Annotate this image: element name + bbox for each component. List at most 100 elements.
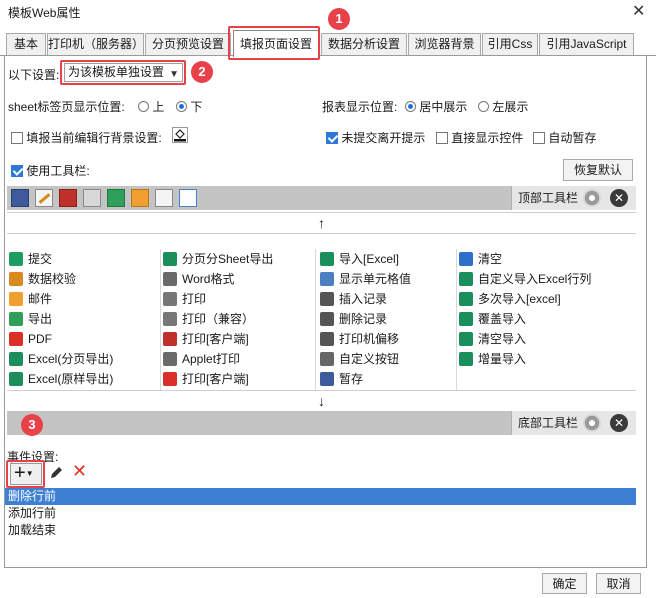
autosave-setting[interactable]: 自动暂存 xyxy=(533,129,596,146)
toolbar-item-print[interactable]: 打印 xyxy=(163,289,206,309)
toolbar-item-custom-button[interactable]: 自定义按钮 xyxy=(320,349,399,369)
radio-center[interactable] xyxy=(405,101,416,112)
bottom-toolbar-gear-icon[interactable] xyxy=(583,414,601,432)
delete-event-icon[interactable]: ✕ xyxy=(72,461,87,482)
toolbar-item-insert-record[interactable]: 插入记录 xyxy=(320,289,387,309)
toolbar-item-multi-import[interactable]: 多次导入[excel] xyxy=(459,289,561,309)
toolbar-item-label: 打印[客户端] xyxy=(182,332,249,346)
toolbar-item-excel-page[interactable]: Excel(分页导出) xyxy=(9,349,113,369)
tab-browser-bg[interactable]: 浏览器背景 xyxy=(408,33,481,55)
toolbar-item-label: Applet打印 xyxy=(182,352,241,366)
save-icon[interactable] xyxy=(11,189,29,207)
toolbar-item-data-validate[interactable]: 数据校验 xyxy=(9,269,76,289)
cancel-button[interactable]: 取消 xyxy=(596,573,641,594)
toolbar-item-label: 删除记录 xyxy=(339,312,388,326)
event-row[interactable]: 加载结束 xyxy=(5,522,636,539)
tab-printer[interactable]: 打印机（服务器） xyxy=(47,33,144,55)
toolbar-item-clear[interactable]: 清空 xyxy=(459,249,502,269)
applet-print-icon xyxy=(163,352,177,366)
clear-import-icon xyxy=(459,332,473,346)
toolbar-item-pdf[interactable]: PDF xyxy=(9,329,52,349)
scope-label: 以下设置: xyxy=(8,68,60,82)
data-validate-icon[interactable] xyxy=(35,189,53,207)
use-toolbar-checkbox[interactable] xyxy=(11,165,23,177)
bottom-toolbar: 底部工具栏 ✕ xyxy=(7,411,636,435)
toolbar-item-sheet-export[interactable]: 分页分Sheet导出 xyxy=(163,249,273,269)
direct-ctrl-checkbox[interactable] xyxy=(436,132,448,144)
move-down-arrow[interactable]: ↓ xyxy=(7,390,636,412)
report-pos-center[interactable]: 居中展示 xyxy=(405,98,467,115)
fill-bg-checkbox[interactable] xyxy=(11,132,23,144)
toolbar-item-custom-import[interactable]: 自定义导入Excel行列 xyxy=(459,269,591,289)
toolbar-item-word[interactable]: Word格式 xyxy=(163,269,234,289)
email-icon[interactable] xyxy=(131,189,149,207)
cell-format-icon[interactable] xyxy=(179,189,197,207)
sheet-pos-bottom[interactable]: 下 xyxy=(176,98,202,115)
data-validate-icon xyxy=(9,272,23,286)
toolbar-item-email[interactable]: 邮件 xyxy=(9,289,52,309)
toolbar-item-label: 多次导入[excel] xyxy=(478,292,561,306)
toolbar-item-label: 覆盖导入 xyxy=(478,312,527,326)
pdf-icon[interactable] xyxy=(59,189,77,207)
fill-bg-setting[interactable]: 填报当前编辑行背景设置: xyxy=(11,129,162,146)
toolbar-item-temp-save[interactable]: 暂存 xyxy=(320,369,363,389)
restore-default-button[interactable]: 恢复默认 xyxy=(563,159,633,181)
toolbar-item-label: Excel(分页导出) xyxy=(28,352,114,366)
toolbar-item-delete-record[interactable]: 删除记录 xyxy=(320,309,387,329)
tab-page-preview[interactable]: 分页预览设置 xyxy=(145,33,231,55)
unsubmit-setting[interactable]: 未提交离开提示 xyxy=(326,129,425,146)
unsubmit-checkbox[interactable] xyxy=(326,132,338,144)
toolbar-item-applet-print[interactable]: Applet打印 xyxy=(163,349,240,369)
pdf-icon xyxy=(9,332,23,346)
bottom-toolbar-close-icon[interactable]: ✕ xyxy=(610,414,628,432)
toolbar-item-print-client-2[interactable]: 打印[客户端] xyxy=(163,369,249,389)
toolbar-item-label: 打印 xyxy=(182,292,207,306)
radio-top[interactable] xyxy=(138,101,149,112)
direct-ctrl-setting[interactable]: 直接显示控件 xyxy=(436,129,523,146)
paint-bucket-icon[interactable] xyxy=(172,127,188,143)
ok-button[interactable]: 确定 xyxy=(542,573,587,594)
radio-bottom[interactable] xyxy=(176,101,187,112)
toolbar-item-print-compat[interactable]: 打印（兼容） xyxy=(163,309,254,329)
toolbar-item-clear-import[interactable]: 清空导入 xyxy=(459,329,526,349)
delete-record-icon xyxy=(320,312,334,326)
toolbar-item-export[interactable]: 导出 xyxy=(9,309,52,329)
toolbar-item-submit[interactable]: 提交 xyxy=(9,249,52,269)
edit-event-icon[interactable] xyxy=(47,464,65,482)
scope-highlight xyxy=(60,60,186,85)
toolbar-item-print-client[interactable]: 打印[客户端] xyxy=(163,329,249,349)
event-row[interactable]: 添加行前 xyxy=(5,505,636,522)
excel-page-icon xyxy=(9,352,23,366)
sheet-pos-label: sheet标签页显示位置: xyxy=(8,100,125,114)
tab-css[interactable]: 引用Css xyxy=(482,33,538,55)
print-icon[interactable] xyxy=(83,189,101,207)
tab-analysis[interactable]: 数据分析设置 xyxy=(321,33,407,55)
autosave-checkbox[interactable] xyxy=(533,132,545,144)
toolbar-item-label: 导出 xyxy=(28,312,53,326)
sheet-pos-top[interactable]: 上 xyxy=(138,98,164,115)
toolbar-item-label: 自定义按钮 xyxy=(339,352,400,366)
report-pos-left[interactable]: 左展示 xyxy=(478,98,528,115)
toolbar-item-label: 插入记录 xyxy=(339,292,388,306)
insert-record-icon[interactable] xyxy=(155,189,173,207)
toolbar-item-incr-import[interactable]: 增量导入 xyxy=(459,349,526,369)
close-icon[interactable]: ✕ xyxy=(632,1,645,21)
tab-js[interactable]: 引用JavaScript xyxy=(539,33,634,55)
tab-basic[interactable]: 基本 xyxy=(6,33,46,55)
toolbar-item-excel-raw[interactable]: Excel(原样导出) xyxy=(9,369,113,389)
toolbar-item-cell-format[interactable]: 显示单元格值 xyxy=(320,269,411,289)
move-up-arrow[interactable]: ↑ xyxy=(7,212,636,234)
printer-offset-icon xyxy=(320,332,334,346)
radio-left[interactable] xyxy=(478,101,489,112)
toolbar-item-import-excel[interactable]: 导入[Excel] xyxy=(320,249,399,269)
use-toolbar-setting[interactable]: 使用工具栏: xyxy=(11,162,90,179)
toolbar-item-label: 导入[Excel] xyxy=(339,252,400,266)
top-toolbar-close-icon[interactable]: ✕ xyxy=(610,189,628,207)
toolbar-item-cover-import[interactable]: 覆盖导入 xyxy=(459,309,526,329)
export-icon[interactable] xyxy=(107,189,125,207)
custom-button-icon xyxy=(320,352,334,366)
top-toolbar-gear-icon[interactable] xyxy=(583,189,601,207)
event-row[interactable]: 删除行前 xyxy=(5,488,636,505)
toolbar-item-printer-offset[interactable]: 打印机偏移 xyxy=(320,329,399,349)
submit-icon xyxy=(9,252,23,266)
